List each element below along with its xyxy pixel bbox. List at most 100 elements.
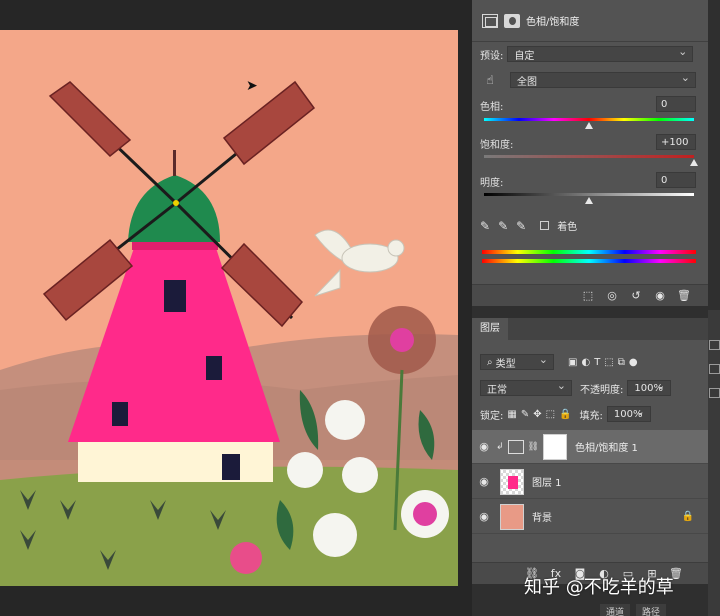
right-panel-dock: 色相/饱和度 预设: 自定 ☝ 全图 色相: 0 饱和度: +100 明度: 0 (472, 0, 720, 616)
lock-artboard-icon[interactable]: ⬚ (546, 409, 555, 420)
layer-name[interactable]: 背景 (532, 509, 552, 524)
filter-smart-icon[interactable]: ⧉ (618, 357, 625, 368)
preset-select[interactable]: 自定 (507, 45, 694, 62)
opacity-label: 不透明度: (580, 384, 624, 396)
pink-flower (230, 542, 262, 574)
hue-slider[interactable] (484, 118, 694, 121)
saturation-slider[interactable] (484, 155, 694, 158)
tab-layers[interactable]: 图层 (472, 318, 508, 340)
opacity-field[interactable]: 100% (627, 379, 672, 396)
clip-to-layer-icon[interactable]: ⬚ (580, 289, 596, 303)
reset-icon[interactable]: ↺ (628, 289, 644, 303)
preset-value: 自定 (514, 50, 535, 62)
watermark-text: 知乎 @不吃羊的草 (524, 577, 674, 598)
lightness-field[interactable]: 0 (656, 172, 696, 188)
saturation-label: 饱和度: (480, 140, 514, 151)
blade-hub (173, 200, 179, 206)
layer-name[interactable]: 图层 1 (532, 474, 562, 489)
view-previous-icon[interactable]: ◎ (604, 289, 620, 303)
saturation-slider-thumb[interactable] (690, 159, 698, 166)
properties-panel: 色相/饱和度 预设: 自定 ☝ 全图 色相: 0 饱和度: +100 明度: 0 (472, 0, 708, 306)
layer-row-layer-1[interactable]: ◉ 图层 1 (472, 465, 708, 499)
layer-row-background[interactable]: ◉ 背景 🔒 (472, 500, 708, 534)
roof-spire (173, 150, 176, 176)
lock-image-icon[interactable]: ✎ (521, 409, 529, 420)
flower-brown (368, 306, 436, 374)
preset-label: 预设: (480, 50, 504, 62)
visibility-eye-icon[interactable]: ◉ (652, 289, 668, 303)
layer-filter-row: ⌕ 类型 ▣ ◐ T ⬚ ⧉ ● (480, 353, 638, 370)
panel-icon-image[interactable] (709, 340, 720, 350)
layers-panel: 图层 ⌕ 类型 ▣ ◐ T ⬚ ⧉ ● 正常 不透明度: 100% 锁定: (472, 318, 708, 584)
filter-type-icon[interactable]: T (594, 357, 600, 368)
window-middle (206, 356, 222, 380)
layer-filter-select[interactable]: ⌕ 类型 (480, 353, 554, 370)
properties-title: 色相/饱和度 (526, 17, 580, 28)
canvas-area[interactable]: ➤ (0, 0, 472, 616)
hue-slider-thumb[interactable] (585, 122, 593, 129)
properties-footer: ⬚ ◎ ↺ ◉ 🗑 (472, 284, 708, 306)
bottom-panel-tabs: 通道 路径 (600, 604, 667, 616)
filter-adjustment-icon[interactable]: ◐ (581, 357, 590, 368)
panel-icon-brush[interactable] (709, 364, 720, 374)
saturation-field[interactable]: +100 (656, 134, 696, 150)
link-chain-icon[interactable]: ⛓ (528, 442, 539, 452)
fill-label: 填充: (579, 410, 603, 422)
search-icon: ⌕ (487, 356, 493, 368)
ground (0, 466, 458, 586)
background-lock-icon: 🔒 (681, 511, 694, 522)
lightness-slider-thumb[interactable] (585, 197, 593, 204)
filter-shape-icon[interactable]: ⬚ (604, 357, 613, 368)
collapsed-panels-strip (708, 310, 720, 616)
channel-value: 全图 (517, 76, 537, 88)
base-door (222, 454, 240, 480)
opacity-value: 100% (634, 382, 663, 394)
photoshop-window: ➤ 色相/饱和度 预设: 自定 ☝ 全图 色相: 0 饱和度: +100 (0, 0, 720, 616)
tab-paths[interactable]: 路径 (636, 604, 667, 616)
move-cursor-icon: ➤ (246, 78, 258, 94)
channel-row: ☝ 全图 (480, 71, 696, 88)
filter-toggle-icon[interactable]: ● (629, 357, 638, 368)
channel-select[interactable]: 全图 (510, 71, 696, 88)
colorize-checkbox[interactable] (540, 221, 550, 230)
preset-row: 预设: 自定 (480, 45, 694, 62)
eyedropper-row: ✎ ✎ ✎ 着色 (480, 218, 578, 234)
layer-mask-thumbnail[interactable] (542, 433, 567, 460)
background-thumbnail (500, 503, 524, 530)
tab-channels[interactable]: 通道 (600, 604, 631, 616)
layer-name[interactable]: 色相/饱和度 1 (575, 439, 638, 454)
layer-row-hue-saturation[interactable]: ◉ ↲ ⛓ 色相/饱和度 1 (472, 430, 708, 464)
window-bottom (112, 402, 128, 426)
eyedropper-subtract-icon[interactable]: ✎ (516, 219, 526, 233)
adjustment-layer-icon[interactable] (482, 13, 498, 28)
panel-icon-adjust[interactable] (709, 388, 720, 398)
adjustment-thumbnail (507, 439, 524, 454)
filter-pixel-icon[interactable]: ▣ (568, 357, 577, 368)
colorize-label: 着色 (557, 222, 578, 233)
lock-all-icon[interactable]: 🔒 (559, 409, 571, 420)
lightness-slider[interactable] (484, 193, 694, 196)
layer-visibility-eye-icon[interactable]: ◉ (472, 510, 496, 523)
blend-mode-value: 正常 (487, 384, 507, 396)
windmill-base (78, 442, 273, 482)
blend-mode-select[interactable]: 正常 (480, 379, 572, 396)
pink-daisy-center (413, 502, 437, 526)
lock-position-icon[interactable]: ✥ (533, 409, 541, 420)
hand-tool-icon[interactable]: ☝ (480, 73, 500, 87)
eyedropper-icon[interactable]: ✎ (480, 219, 490, 233)
input-spectrum-bar (482, 250, 696, 254)
thumbnail-windmill-icon (508, 475, 518, 489)
layer-visibility-eye-icon[interactable]: ◉ (472, 475, 496, 488)
mask-icon[interactable] (504, 13, 520, 28)
eyedropper-add-icon[interactable]: ✎ (498, 219, 508, 233)
artwork-canvas[interactable] (0, 30, 458, 586)
blend-row: 正常 不透明度: 100% (480, 379, 672, 396)
lightness-label: 明度: (480, 178, 504, 189)
fill-field[interactable]: 100% (606, 405, 651, 422)
clip-indicator-icon: ↲ (496, 441, 504, 452)
delete-trash-icon[interactable]: 🗑 (676, 289, 692, 303)
layer-visibility-eye-icon[interactable]: ◉ (472, 440, 496, 453)
hue-label: 色相: (480, 102, 504, 113)
lock-transparent-icon[interactable]: ▦ (507, 409, 516, 420)
hue-field[interactable]: 0 (656, 96, 696, 112)
